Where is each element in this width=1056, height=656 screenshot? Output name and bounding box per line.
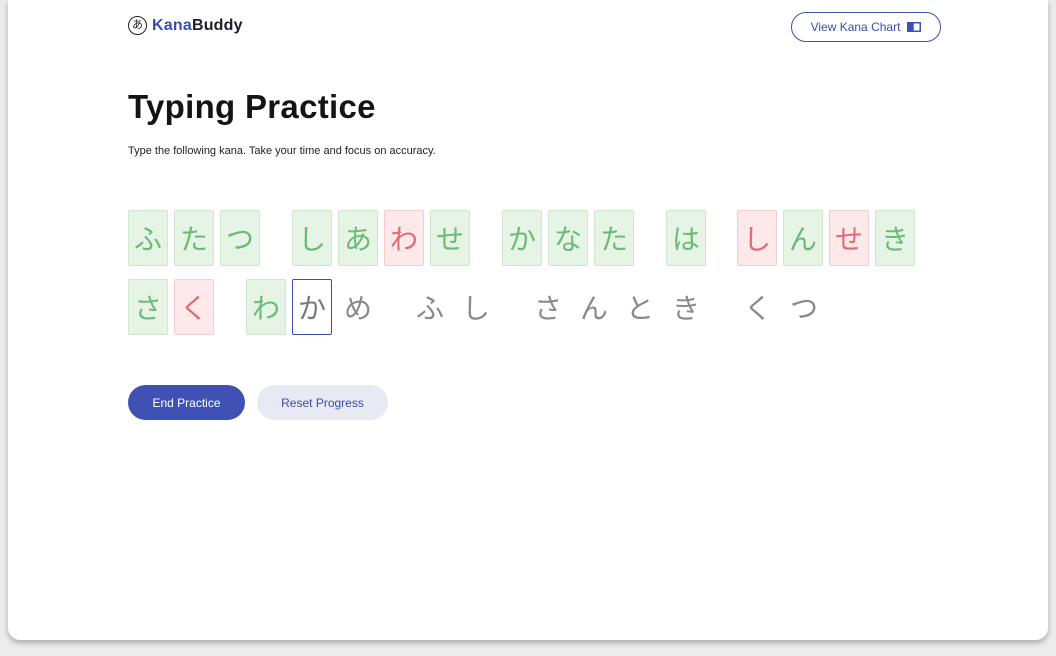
logo-text-buddy: Buddy bbox=[191, 16, 243, 34]
view-kana-chart-button[interactable]: View Kana Chart bbox=[791, 12, 941, 42]
kana-tile-correct: わ bbox=[246, 279, 286, 335]
kana-tile-incorrect: し bbox=[737, 210, 777, 266]
logo-text: KanaBuddy bbox=[152, 17, 243, 35]
kana-tile-pending: し bbox=[461, 292, 490, 325]
kana-row-2: さくわかめふしさんときくつ bbox=[8, 279, 1048, 335]
kana-tile-current: か bbox=[292, 279, 332, 335]
kana-tile-correct: あ bbox=[338, 210, 378, 266]
kana-tile-pending: ふ bbox=[415, 292, 444, 325]
kana-tile-correct: ふ bbox=[128, 210, 168, 266]
book-icon bbox=[907, 22, 922, 32]
kana-tile-correct: し bbox=[292, 210, 332, 266]
logo[interactable]: あ KanaBuddy bbox=[128, 16, 243, 35]
app-window: あ KanaBuddy View Kana Chart Typing Pract… bbox=[8, 0, 1048, 640]
reset-progress-button[interactable]: Reset Progress bbox=[257, 385, 388, 420]
kana-tile-pending: つ bbox=[789, 292, 818, 325]
logo-text-kana: Kana bbox=[152, 16, 192, 34]
kana-tile-incorrect: く bbox=[174, 279, 214, 335]
kana-tile-correct: た bbox=[594, 210, 634, 266]
kana-tile-correct: ん bbox=[783, 210, 823, 266]
kana-tile-pending: さ bbox=[533, 292, 562, 325]
kana-tile-incorrect: わ bbox=[384, 210, 424, 266]
kana-tile-correct: た bbox=[174, 210, 214, 266]
kana-tile-pending: く bbox=[743, 292, 772, 325]
kana-tile-pending: め bbox=[343, 292, 372, 325]
logo-icon: あ bbox=[128, 16, 147, 35]
kana-tile-correct: は bbox=[666, 210, 706, 266]
page-subtitle: Type the following kana. Take your time … bbox=[128, 145, 436, 157]
kana-tile-correct: き bbox=[875, 210, 915, 266]
kana-tile-incorrect: せ bbox=[829, 210, 869, 266]
kana-tile-pending: き bbox=[671, 292, 700, 325]
kana-tile-pending: ん bbox=[579, 292, 608, 325]
kana-tile-correct: か bbox=[502, 210, 542, 266]
end-practice-button[interactable]: End Practice bbox=[128, 385, 245, 420]
kana-tile-pending: と bbox=[625, 292, 654, 325]
page-title: Typing Practice bbox=[128, 88, 376, 125]
kana-tile-correct: さ bbox=[128, 279, 168, 335]
view-kana-chart-label: View Kana Chart bbox=[810, 20, 901, 34]
kana-tile-correct: せ bbox=[430, 210, 470, 266]
kana-tile-correct: つ bbox=[220, 210, 260, 266]
kana-tile-correct: な bbox=[548, 210, 588, 266]
kana-row-1: ふたつしあわせかなたはしんせき bbox=[8, 210, 1048, 266]
